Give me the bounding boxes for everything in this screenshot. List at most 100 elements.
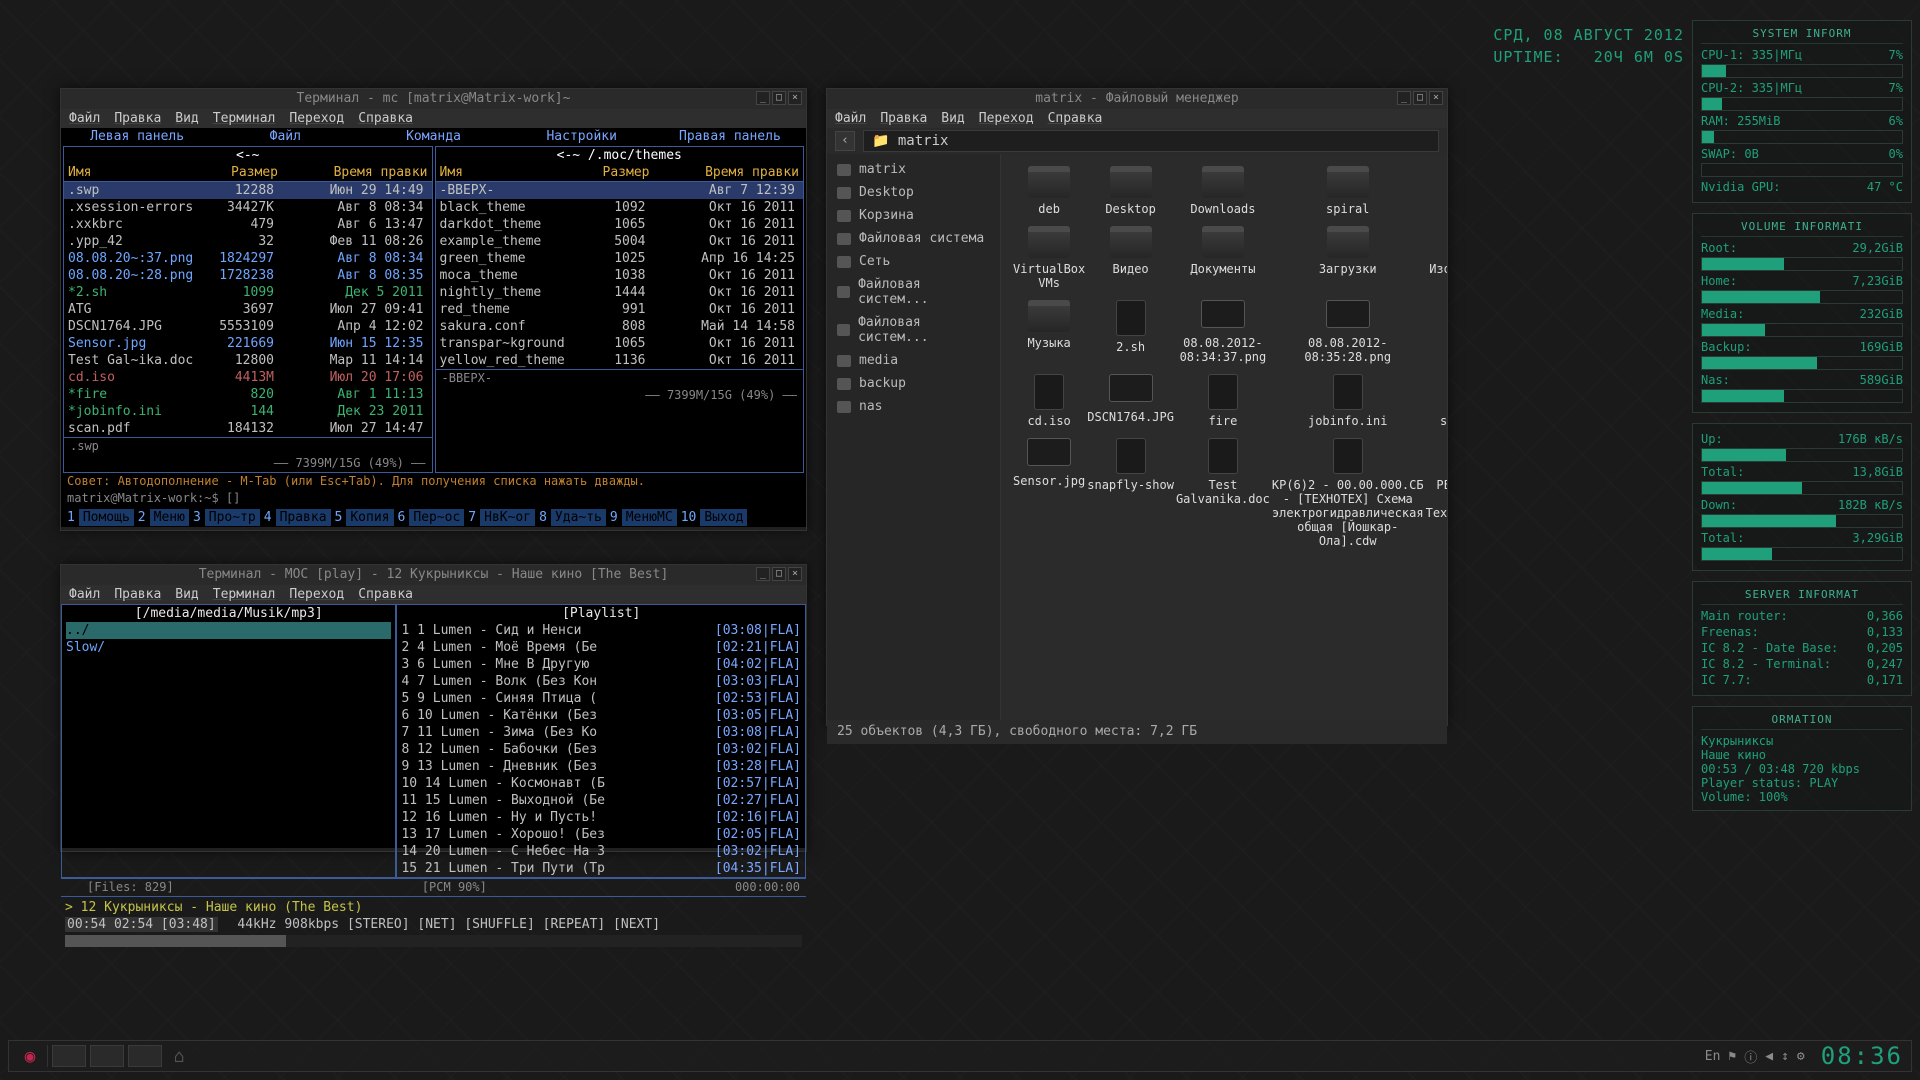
playlist-item[interactable]: 3 6 Lumen - Мне В Другую[04:02|FLA] [397,656,805,673]
mc-head-cell[interactable]: Настройки [508,128,656,146]
fm-item[interactable]: Документы [1176,226,1270,290]
taskbar-item[interactable] [90,1045,124,1067]
fm-item[interactable]: Видео [1087,226,1174,290]
fm-item[interactable]: 2.sh [1087,300,1174,364]
mc-fn-key[interactable]: Пер~ос [409,509,464,526]
sidebar-item[interactable]: Desktop [827,181,1000,204]
mc-row[interactable]: *fire820Авг 1 11:13 [64,386,432,403]
menu-item[interactable]: Правка [880,111,927,126]
menu-item[interactable]: Правка [114,111,161,126]
fm-item[interactable]: Музыка [1013,300,1085,364]
mc-row[interactable]: scan.pdf184132Июл 27 14:47 [64,420,432,437]
menu-item[interactable]: Справка [1048,111,1103,126]
mc-row[interactable]: nightly_theme1444Окт 16 2011 [436,284,804,301]
sidebar-item[interactable]: Файловая систем... [827,273,1000,311]
sidebar-item[interactable]: Файловая систем... [827,311,1000,349]
mc-head-cell[interactable]: Файл [211,128,359,146]
fm-item[interactable]: snapfly-show [1087,438,1174,548]
mc-fn-key[interactable]: Правка [276,509,331,526]
back-button[interactable]: ‹ [835,131,855,151]
menu-item[interactable]: Переход [289,111,344,126]
mc-row[interactable]: moca_theme1038Окт 16 2011 [436,267,804,284]
mc-right-panel[interactable]: <-~ /.moc/themes ИмяРазмерВремя правки -… [435,146,805,473]
lang-indicator[interactable]: En [1705,1049,1721,1064]
playlist-item[interactable]: 9 13 Lumen - Дневник (Без[03:28|FLA] [397,758,805,775]
playlist-item[interactable]: 13 17 Lumen - Хорошо! (Без[02:05|FLA] [397,826,805,843]
volume-icon[interactable]: ◀ [1765,1049,1773,1064]
taskbar-item[interactable] [128,1045,162,1067]
fm-item[interactable]: VirtualBox VMs [1013,226,1085,290]
mc-row[interactable]: 08.08.20~:37.png1824297Авг 8 08:34 [64,250,432,267]
mc-prompt[interactable]: matrix@Matrix-work:~$ [] [61,490,806,507]
window-file-manager[interactable]: matrix - Файловый менеджер _ □ × ФайлПра… [826,88,1448,726]
sidebar-item[interactable]: nas [827,395,1000,418]
menu-item[interactable]: Терминал [213,587,276,602]
moc-playlist[interactable]: [Playlist] 1 1 Lumen - Сид и Ненси[03:08… [396,604,806,878]
mc-row[interactable]: .xsession-errors34427KАвг 8 08:34 [64,199,432,216]
mc-fn-key[interactable]: Меню [150,509,189,526]
mc-head-cell[interactable]: Команда [359,128,507,146]
fm-item[interactable]: themes [1426,166,1447,216]
menu-item[interactable]: Вид [941,111,964,126]
mc-row[interactable]: yellow_red_theme1136Окт 16 2011 [436,352,804,369]
playlist-item[interactable]: 4 7 Lumen - Волк (Без Кон[03:03|FLA] [397,673,805,690]
menu-item[interactable]: Переход [289,587,344,602]
window-moc[interactable]: Терминал - MOC [play] - 12 Кукрыниксы - … [60,564,807,852]
fm-item[interactable]: РЕКВИЗИТЫ ООО Технотех.doc [1426,438,1447,548]
menu-item[interactable]: Вид [175,111,198,126]
system-tray[interactable]: En ⚑ ⓘ ◀ ↕ ⚙ [1705,1047,1805,1066]
mc-row[interactable]: .swp12288Июн 29 14:49 [64,182,432,199]
taskbar-item[interactable] [52,1045,86,1067]
info-icon[interactable]: ⓘ [1744,1047,1757,1066]
fm-content[interactable]: debDesktopDownloadsspiralthemesVirtualBo… [1001,154,1447,720]
playlist-item[interactable]: 14 20 Lumen - С Небес На З[03:02|FLA] [397,843,805,860]
mc-row[interactable]: Sensor.jpg221669Июн 15 12:35 [64,335,432,352]
mc-fn-key[interactable]: Копия [346,509,393,526]
menu-item[interactable]: Вид [175,587,198,602]
address-bar[interactable]: 📁 matrix [863,130,1439,152]
playlist-item[interactable]: 11 15 Lumen - Выходной (Бе[02:27|FLA] [397,792,805,809]
mc-row[interactable]: sakura.conf808Май 14 14:58 [436,318,804,335]
mc-row[interactable]: black_theme1092Окт 16 2011 [436,199,804,216]
fm-item[interactable]: Загрузки [1272,226,1424,290]
menu-item[interactable]: Переход [979,111,1034,126]
maximize-icon[interactable]: □ [772,567,786,581]
playlist-item[interactable]: 12 16 Lumen - Ну и Пусть![02:16|FLA] [397,809,805,826]
mc-row[interactable]: -ВВЕРХ-Авг 7 12:39 [436,182,804,199]
mc-fn-key[interactable]: Выход [700,509,747,526]
home-icon[interactable]: ⌂ [166,1043,192,1069]
mc-row[interactable]: DSCN1764.JPG5553109Апр 4 12:02 [64,318,432,335]
mc-fn-key[interactable]: НвК~ог [480,509,535,526]
moc-browser-item[interactable]: Slow/ [66,639,391,656]
maximize-icon[interactable]: □ [1413,91,1427,105]
menu-item[interactable]: Правка [114,587,161,602]
mc-fn-key[interactable]: МенюМС [622,509,677,526]
mc-row[interactable]: cd.iso4413MИюл 20 17:06 [64,369,432,386]
fm-item[interactable]: 08.08.2012-08:34:37.png [1176,300,1270,364]
fm-sidebar[interactable]: matrixDesktopКорзинаФайловая системаСеть… [827,154,1001,720]
fm-item[interactable]: Sensor.jpg [1013,438,1085,548]
mc-fn-key[interactable]: Уда~ть [551,509,606,526]
sidebar-item[interactable]: Файловая система [827,227,1000,250]
fm-item[interactable]: Downloads [1176,166,1270,216]
menu-bar[interactable]: ФайлПравкаВидПереходСправка [827,109,1447,128]
moc-progress[interactable] [65,935,802,947]
mc-head-cell[interactable]: Левая панель [63,128,211,146]
mc-fn-key[interactable]: Помощь [79,509,134,526]
mc-row[interactable]: red_theme991Окт 16 2011 [436,301,804,318]
close-icon[interactable]: × [788,567,802,581]
minimize-icon[interactable]: _ [1397,91,1411,105]
taskbar[interactable]: ◉ ⌂ En ⚑ ⓘ ◀ ↕ ⚙ 08:36 [8,1040,1912,1072]
mc-left-panel[interactable]: <-~ ИмяРазмерВремя правки .swp12288Июн 2… [63,146,433,473]
fm-item[interactable]: 08.08.2012-08:35:28.png [1272,300,1424,364]
moc-browser-item[interactable]: ../ [66,622,391,639]
mc-row[interactable]: .xxkbrc479Авг 6 13:47 [64,216,432,233]
playlist-item[interactable]: 2 4 Lumen - Моё Время (Бе[02:21|FLA] [397,639,805,656]
fm-item[interactable]: deb [1013,166,1085,216]
fm-item[interactable]: scan.pdf [1426,374,1447,428]
fm-item[interactable]: КР(6)2 - 00.00.000.СБ - [ТЕХНОТЕХ] Схема… [1272,438,1424,548]
sidebar-item[interactable]: Корзина [827,204,1000,227]
menu-item[interactable]: Терминал [213,111,276,126]
window-mc[interactable]: Терминал - mc [matrix@Matrix-work]~ _ □ … [60,88,807,531]
mc-row[interactable]: *2.sh1099Дек 5 2011 [64,284,432,301]
